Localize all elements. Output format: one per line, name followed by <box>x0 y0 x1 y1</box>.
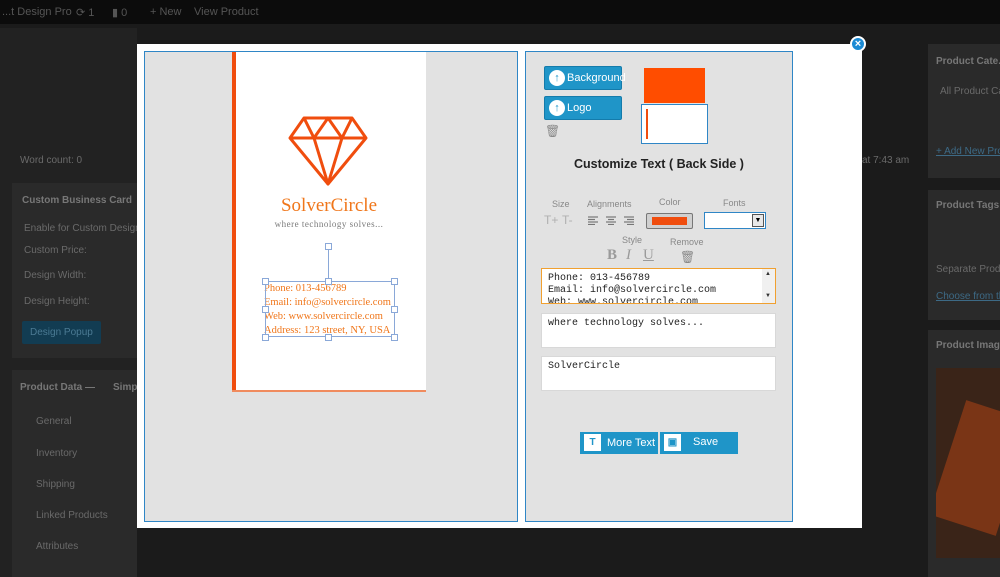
resize-handle-tl[interactable] <box>262 278 269 285</box>
resize-handle-r[interactable] <box>391 306 398 313</box>
underline-icon[interactable]: U <box>643 247 654 264</box>
updates-count: 1 <box>88 7 95 19</box>
fonts-label: Fonts <box>723 198 746 208</box>
tab-attributes[interactable]: Attributes <box>36 541 78 552</box>
design-popup-button[interactable]: Design Popup <box>22 321 101 344</box>
site-name[interactable]: ...t Design Pro <box>2 6 72 18</box>
bold-icon[interactable]: B <box>607 247 617 264</box>
card-tagline[interactable]: where technology solves... <box>232 219 426 229</box>
all-categories-tab[interactable]: All Product Ca... <box>940 86 1000 97</box>
business-card-canvas[interactable]: SolverCircle where technology solves... … <box>232 52 426 392</box>
remove-label: Remove <box>670 237 704 247</box>
resize-handle-tr[interactable] <box>391 278 398 285</box>
style-label: Style <box>622 235 643 245</box>
tab-inventory[interactable]: Inventory <box>36 448 77 459</box>
text-field-scrollbar[interactable]: ▲ ▼ <box>762 269 775 303</box>
separate-tags-hint: Separate Produc... <box>936 264 1000 275</box>
product-image-title: Product Imag... <box>936 340 1000 351</box>
tab-general[interactable]: General <box>36 416 72 427</box>
word-count: Word count: 0 <box>20 155 83 166</box>
design-width-label: Design Width: <box>24 270 87 281</box>
align-center-icon[interactable] <box>606 216 616 225</box>
tab-linked-products[interactable]: Linked Products <box>36 510 108 521</box>
rotate-handle[interactable] <box>325 243 332 250</box>
company-text-field[interactable]: SolverCircle <box>541 356 776 391</box>
font-select[interactable]: ▼ <box>704 212 766 229</box>
resize-handle-br[interactable] <box>391 334 398 341</box>
comments-icon[interactable]: ▮ 0 <box>112 6 127 19</box>
remove-trash-icon[interactable]: 🗑 <box>680 250 695 264</box>
add-new-category-link[interactable]: + Add New Pro... <box>936 146 1000 157</box>
product-tags-title: Product Tags <box>936 200 1000 211</box>
alignments-label: Alignments <box>587 199 632 209</box>
save-button[interactable]: ▣ Save <box>660 432 738 454</box>
upload-arrow-icon: ↑ <box>549 70 565 86</box>
size-increase-icon[interactable]: T+ <box>544 213 558 227</box>
customize-text-title: Customize Text ( Back Side ) <box>574 157 744 171</box>
contact-text-field[interactable]: Phone: 013-456789 Email: info@solvercirc… <box>541 268 776 304</box>
admin-bar: ...t Design Pro ⟳ 1 ▮ 0 + New View Produ… <box>0 0 1000 24</box>
card-bottom-line <box>232 390 426 392</box>
size-decrease-icon[interactable]: T- <box>562 213 573 227</box>
tab-shipping[interactable]: Shipping <box>36 479 75 490</box>
resize-handle-b[interactable] <box>325 334 332 341</box>
upload-arrow-icon: ↑ <box>549 100 565 116</box>
selected-color-fill <box>652 217 687 225</box>
new-label: New <box>159 6 182 18</box>
color-label: Color <box>659 197 681 207</box>
enable-label: Enable for Custom Design <box>24 223 141 234</box>
resize-handle-bl[interactable] <box>262 334 269 341</box>
size-label: Size <box>552 199 570 209</box>
resize-handle-l[interactable] <box>262 306 269 313</box>
background-upload-button[interactable]: ↑ Background <box>544 66 626 90</box>
italic-icon[interactable]: I <box>626 247 631 264</box>
last-edited: at 7:43 am <box>862 155 910 166</box>
card-back-thumbnail[interactable] <box>641 104 708 144</box>
view-product-link[interactable]: View Product <box>194 6 259 18</box>
custom-price-label: Custom Price: <box>24 245 87 256</box>
rotate-handle-line <box>328 246 329 282</box>
product-categories-title: Product Cate... <box>936 56 1000 67</box>
trash-icon[interactable]: 🗑 <box>545 124 560 138</box>
product-image-thumbnail[interactable] <box>936 368 1000 558</box>
close-icon[interactable]: × <box>850 36 866 52</box>
updates-icon[interactable]: ⟳ 1 <box>76 6 94 19</box>
resize-handle-t[interactable] <box>325 278 332 285</box>
diamond-icon[interactable] <box>288 114 368 186</box>
comments-count: 0 <box>121 7 128 19</box>
choose-tags-link[interactable]: Choose from th... <box>936 291 1000 302</box>
product-data-title: Product Data — <box>20 382 96 393</box>
logo-upload-button[interactable]: ↑ Logo <box>544 96 622 120</box>
text-color-picker[interactable] <box>646 213 693 229</box>
text-add-icon: T <box>584 434 601 451</box>
align-left-icon[interactable] <box>588 216 598 225</box>
background-color-swatch[interactable] <box>644 68 705 103</box>
product-type[interactable]: Simp <box>113 382 137 393</box>
design-height-label: Design Height: <box>24 296 90 307</box>
selection-box[interactable] <box>265 281 395 337</box>
metabox-title: Custom Business Card <box>22 195 133 206</box>
chevron-down-icon: ▼ <box>752 214 764 227</box>
tagline-text-field[interactable]: where technology solves... <box>541 313 776 348</box>
card-company-name[interactable]: SolverCircle <box>232 195 426 217</box>
new-icon[interactable]: + New <box>150 6 182 18</box>
floppy-disk-icon: ▣ <box>664 434 681 451</box>
align-right-icon[interactable] <box>624 216 634 225</box>
more-text-button[interactable]: T More Text <box>580 432 658 454</box>
